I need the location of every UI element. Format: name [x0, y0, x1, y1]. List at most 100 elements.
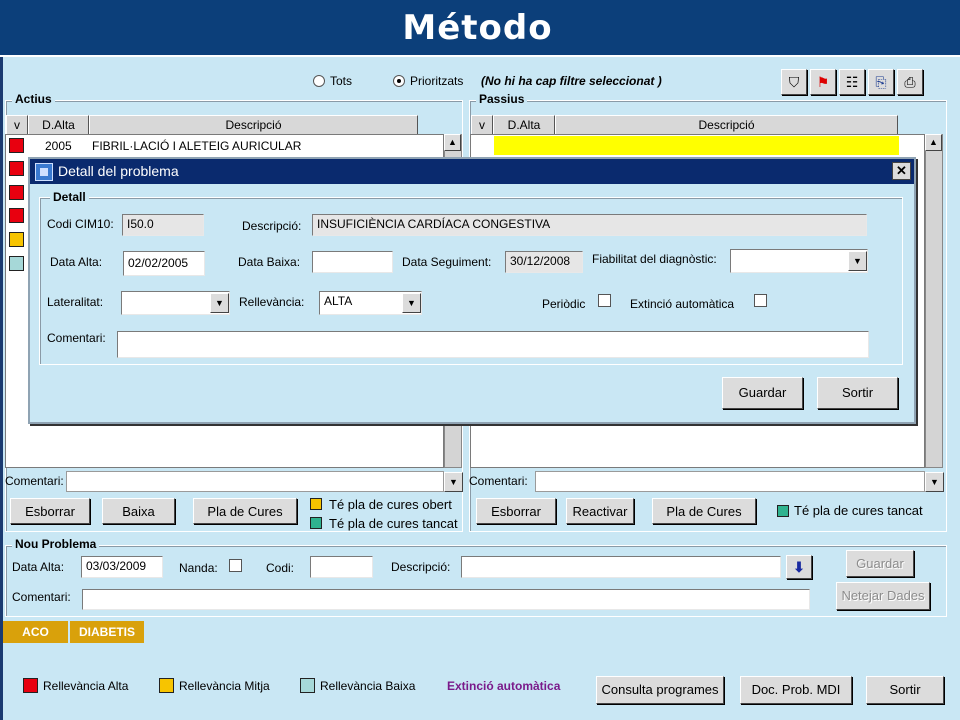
filter-icon[interactable]: ⛉ [781, 69, 807, 95]
new-comment-field[interactable] [82, 589, 810, 610]
closed-plan-label: Té pla de cures tancat [794, 503, 923, 518]
extincio-label: Extinció automàtica [630, 297, 735, 311]
tree-list-icon[interactable]: ☷ [839, 69, 865, 95]
doc-prob-button[interactable]: Doc. Prob. MDI [740, 676, 852, 704]
app-icon [35, 163, 53, 181]
fiabilitat-label: Fiabilitat del diagnòstic: [592, 252, 717, 266]
legend-low-swatch [300, 678, 315, 693]
radio-prioritzats[interactable] [393, 75, 405, 87]
new-codi-label: Codi: [266, 561, 295, 575]
row-marker-high [9, 161, 24, 176]
open-plan-swatch [310, 498, 322, 510]
new-save-button[interactable]: Guardar [846, 550, 914, 577]
periodic-checkbox[interactable] [598, 294, 611, 307]
new-alta-field[interactable]: 03/03/2009 [81, 556, 163, 578]
actius-delete-button[interactable]: Esborrar [10, 498, 90, 524]
passius-reactivate-button[interactable]: Reactivar [566, 498, 634, 524]
clear-data-button[interactable]: Netejar Dades [836, 582, 930, 610]
desc-label: Descripció: [242, 219, 302, 233]
rellevancia-label: Rellevància: [239, 295, 305, 309]
open-plan-label: Té pla de cures obert [329, 497, 452, 512]
seguiment-label: Data Seguiment: [402, 255, 492, 269]
radio-tots[interactable] [313, 75, 325, 87]
row-marker-low [9, 256, 24, 271]
exit-button[interactable]: Sortir [866, 676, 944, 704]
actius-care-plan-button[interactable]: Pla de Cures [193, 498, 297, 524]
legend-high-label: Rellevància Alta [43, 679, 129, 693]
new-desc-label: Descripció: [391, 560, 451, 574]
chevron-down-icon[interactable]: ▼ [925, 472, 944, 492]
scroll-up-icon[interactable]: ▲ [925, 134, 942, 151]
chevron-down-icon[interactable]: ▼ [848, 251, 867, 271]
actius-comment-field[interactable] [66, 471, 444, 492]
closed-plan-label: Té pla de cures tancat [329, 516, 458, 531]
actius-title: Actius [12, 92, 55, 106]
periodic-label: Periòdic [542, 297, 586, 311]
new-problem-title: Nou Problema [12, 537, 100, 551]
download-arrow-icon[interactable]: ⬇ [786, 555, 812, 579]
consult-programs-button[interactable]: Consulta programes [596, 676, 724, 704]
new-alta-label: Data Alta: [12, 560, 65, 574]
scroll-up-icon[interactable]: ▲ [444, 134, 461, 151]
desc-field: INSUFICIÈNCIA CARDÍACA CONGESTIVA [312, 214, 867, 236]
new-codi-field[interactable] [310, 556, 373, 578]
row-marker-high [9, 185, 24, 200]
page-title: Método [402, 8, 553, 48]
alta-label: Data Alta: [50, 255, 103, 269]
alta-field[interactable]: 02/02/2005 [123, 251, 205, 276]
passius-selected-row[interactable] [494, 136, 899, 155]
nanda-checkbox[interactable] [229, 559, 242, 572]
passius-care-plan-button[interactable]: Pla de Cures [652, 498, 756, 524]
legend-mid-swatch [159, 678, 174, 693]
comentari-label: Comentari: [47, 331, 106, 345]
closed-plan-swatch [777, 505, 789, 517]
legend-auto-label: Extinció automàtica [447, 679, 561, 693]
tag-diabetis[interactable]: DIABETIS [70, 621, 144, 643]
passius-comment-label: Comentari: [469, 474, 528, 488]
passius-title: Passius [476, 92, 528, 106]
problem-detail-dialog: Detall del problema ✕ Detall Codi CIM10:… [28, 157, 916, 424]
closed-plan-swatch [310, 517, 322, 529]
chevron-down-icon[interactable]: ▼ [210, 293, 229, 313]
close-icon[interactable]: ✕ [892, 162, 911, 180]
baixa-field[interactable] [312, 251, 393, 273]
filter-status: (No hi ha cap filtre seleccionat ) [481, 74, 662, 88]
passius-col-v[interactable]: v [471, 115, 493, 135]
legend-high-swatch [23, 678, 38, 693]
passius-delete-button[interactable]: Esborrar [476, 498, 556, 524]
dialog-save-button[interactable]: Guardar [722, 377, 803, 409]
new-comment-label: Comentari: [12, 590, 71, 604]
passius-comment-field[interactable] [535, 471, 925, 492]
chevron-down-icon[interactable]: ▼ [402, 293, 421, 313]
new-desc-field[interactable] [461, 556, 781, 578]
passius-col-date[interactable]: D.Alta [493, 115, 555, 135]
codi-field: I50.0 [122, 214, 204, 236]
actius-col-v[interactable]: v [6, 115, 28, 135]
dialog-exit-button[interactable]: Sortir [817, 377, 898, 409]
chevron-down-icon[interactable]: ▼ [444, 472, 463, 492]
actius-col-desc[interactable]: Descripció [89, 115, 418, 135]
actius-comment-label: Comentari: [5, 474, 64, 488]
baixa-label: Data Baixa: [238, 255, 301, 269]
row-marker-mid [9, 232, 24, 247]
actius-col-date[interactable]: D.Alta [28, 115, 89, 135]
lateralitat-label: Lateralitat: [47, 295, 104, 309]
extincio-checkbox[interactable] [754, 294, 767, 307]
flag-page-icon[interactable]: ⚑ [810, 69, 836, 95]
seguiment-field: 30/12/2008 [505, 251, 583, 273]
radio-prioritzats-label: Prioritzats [410, 74, 464, 88]
codi-label: Codi CIM10: [47, 217, 114, 231]
print-icon[interactable]: ⎙ [897, 69, 923, 95]
passius-col-desc[interactable]: Descripció [555, 115, 898, 135]
actius-row-date[interactable]: 2005 [45, 139, 72, 153]
row-marker-high [9, 208, 24, 223]
export-doc-icon[interactable]: ⎘ [868, 69, 894, 95]
passius-scrollbar[interactable] [925, 134, 943, 468]
nanda-label: Nanda: [179, 561, 218, 575]
dialog-title: Detall del problema [58, 163, 179, 179]
actius-row-desc[interactable]: FIBRIL·LACIÓ I ALETEIG AURICULAR [92, 139, 301, 153]
tag-aco[interactable]: ACO [3, 621, 68, 643]
actius-discharge-button[interactable]: Baixa [102, 498, 175, 524]
radio-tots-label: Tots [330, 74, 353, 88]
comentari-field[interactable] [117, 331, 869, 358]
